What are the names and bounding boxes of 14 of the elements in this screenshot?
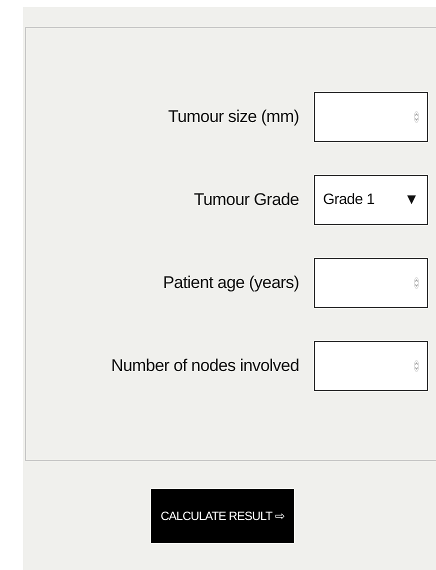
number-input[interactable] — [314, 340, 428, 390]
spinner-icon[interactable] — [414, 276, 419, 288]
spinner-icon[interactable] — [414, 110, 419, 122]
select-value: Grade 1 — [323, 191, 374, 208]
field-label: Number of nodes involved — [111, 356, 299, 376]
field-label: Patient age (years) — [162, 272, 299, 292]
caret-icon: ▼ — [404, 191, 419, 208]
field-label: Tumour Grade — [194, 190, 299, 210]
grade-select[interactable]: Grade 1 ▼ — [314, 174, 428, 224]
number-input[interactable] — [314, 258, 428, 308]
spinner-icon[interactable] — [414, 360, 419, 372]
number-input[interactable] — [314, 92, 428, 142]
calculate-button[interactable]: CALCULATE RESULT ⇨ — [151, 489, 294, 543]
field-label: Tumour size (mm) — [168, 106, 299, 126]
